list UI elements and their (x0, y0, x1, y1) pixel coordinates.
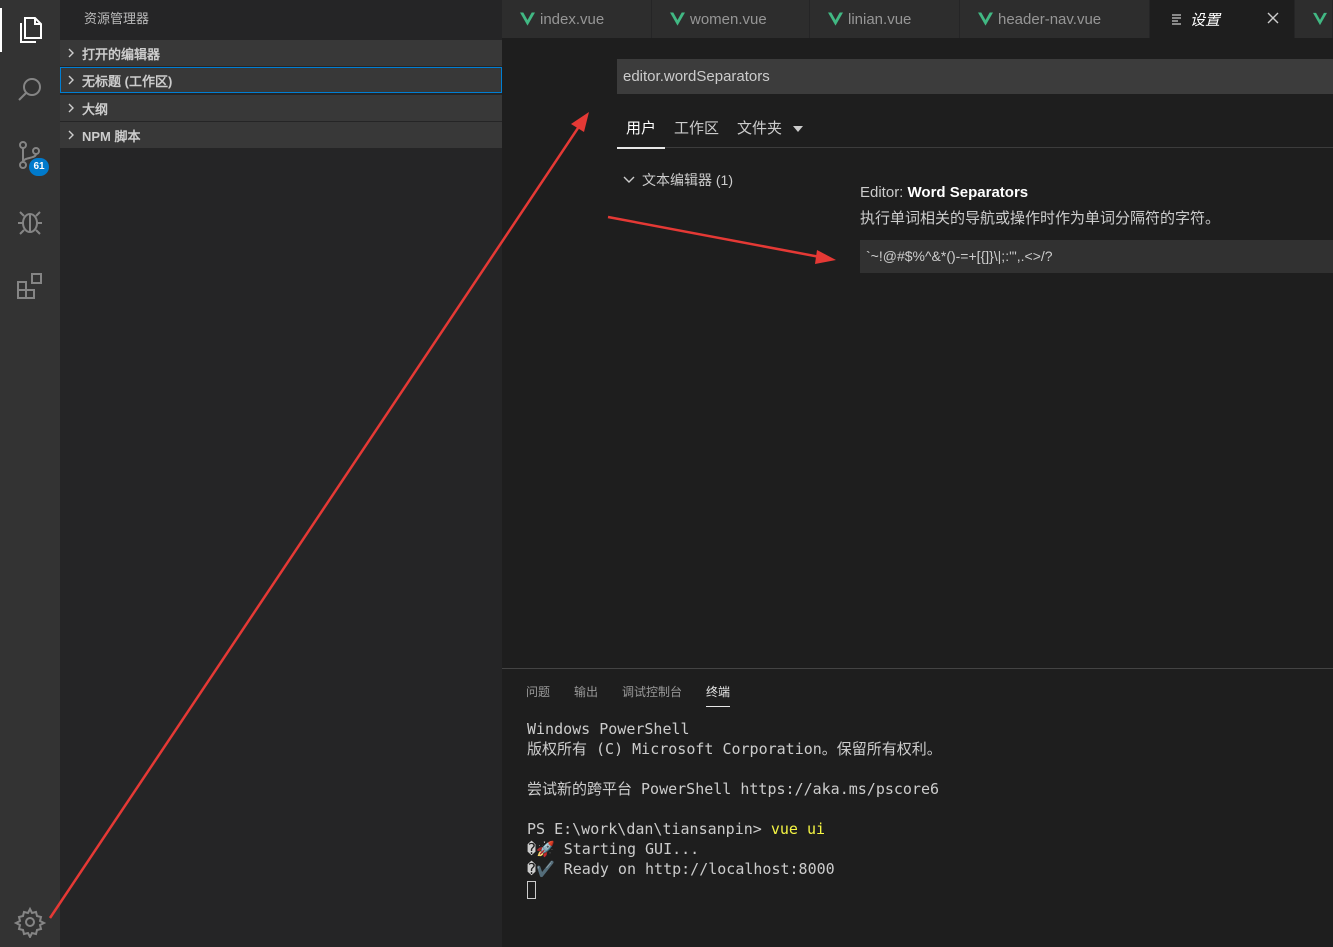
manage-button[interactable] (0, 897, 60, 947)
sidebar-title: 资源管理器 (84, 11, 150, 26)
tab-overflow[interactable] (1295, 0, 1333, 38)
scope-tab-user[interactable]: 用户 (617, 110, 666, 149)
search-button[interactable] (0, 60, 60, 120)
scope-tab-folder-label: 文件夹 (737, 120, 783, 137)
settings-scope-tabs: 用户 工作区 文件夹 (617, 110, 1333, 149)
extensions-icon (17, 273, 42, 299)
settings-search-input[interactable]: editor.wordSeparators (617, 59, 1333, 94)
settings-file-icon (1172, 14, 1181, 25)
close-icon[interactable] (1266, 11, 1280, 25)
explorer-button[interactable] (0, 0, 60, 60)
extensions-button[interactable] (0, 256, 60, 316)
debug-icon (18, 211, 42, 235)
vue-icon (520, 12, 535, 26)
source-control-badge: 61 (29, 158, 49, 176)
setting-key: Word Separators (907, 184, 1029, 201)
vue-icon (670, 12, 685, 26)
terminal-line: �✔️ Ready on http://localhost:8000 (527, 860, 835, 878)
terminal-line: Windows PowerShell (527, 720, 690, 738)
setting-title: Editor: Word Separators (860, 184, 1028, 201)
panel-tab-terminal[interactable]: 终端 (706, 679, 731, 707)
vscode-window: 61 资源管理器 打开的编辑器 无标题 (工作区) 大纲 NPM 脚本 inde… (0, 0, 1333, 947)
tab-label: index.vue (540, 10, 605, 28)
terminal-cursor (527, 880, 536, 899)
terminal-prompt-line: PS E:\work\dan\tiansanpin> vue ui (527, 819, 942, 839)
chevron-down-icon (623, 176, 635, 183)
section-workspace[interactable]: 无标题 (工作区) (60, 67, 502, 93)
toc-item-label: 文本编辑器 (1) (642, 172, 733, 188)
vue-icon (1313, 12, 1327, 26)
gear-icon (14, 906, 46, 938)
vue-icon (828, 12, 843, 26)
section-label: 打开的编辑器 (82, 46, 161, 62)
section-outline[interactable]: 大纲 (60, 95, 502, 121)
activity-bar: 61 (0, 0, 60, 947)
debug-button[interactable] (0, 191, 60, 251)
terminal-line: 尝试新的跨平台 PowerShell https://aka.ms/pscore… (527, 780, 940, 798)
editor-tabs: index.vue women.vue linian.vue header-na… (502, 0, 1333, 38)
terminal-command: vue ui (770, 820, 826, 838)
chevron-right-icon (60, 67, 82, 93)
tab-label: header-nav.vue (998, 10, 1102, 28)
tab-header-nav-vue[interactable]: header-nav.vue (960, 0, 1150, 38)
tab-label: 设置 (1190, 11, 1221, 29)
section-npm-scripts[interactable]: NPM 脚本 (60, 122, 502, 148)
tab-linian-vue[interactable]: linian.vue (810, 0, 960, 38)
scope-tab-workspace[interactable]: 工作区 (665, 110, 728, 148)
section-open-editors[interactable]: 打开的编辑器 (60, 40, 502, 66)
section-label: 大纲 (82, 101, 109, 117)
terminal-prompt: PS E:\work\dan\tiansanpin> (527, 820, 771, 838)
settings-editor: editor.wordSeparators 用户 工作区 文件夹 文本编辑器 (… (502, 38, 1333, 668)
chevron-right-icon (60, 95, 82, 121)
tab-women-vue[interactable]: women.vue (652, 0, 810, 38)
chevron-right-icon (60, 40, 82, 66)
terminal-line: �🚀 Starting GUI... (527, 840, 700, 858)
explorer-icon (20, 17, 42, 43)
tab-label: women.vue (690, 10, 767, 28)
word-separators-input[interactable]: `~!@#$%^&*()-=+[{]}\|;:'",.<>/? (860, 240, 1333, 273)
section-label: NPM 脚本 (82, 128, 141, 144)
vue-icon (978, 12, 993, 26)
panel-tab-output[interactable]: 输出 (574, 679, 598, 705)
panel-tabs: 问题 输出 调试控制台 终端 (526, 679, 754, 707)
section-label: 无标题 (工作区) (82, 73, 173, 89)
dropdown-triangle-icon (793, 126, 804, 132)
toc-text-editor[interactable]: 文本编辑器 (1) (622, 170, 733, 190)
panel-tab-debug-console[interactable]: 调试控制台 (622, 679, 682, 705)
panel-tab-problems[interactable]: 问题 (526, 679, 550, 705)
terminal-line: 版权所有 (C) Microsoft Corporation。保留所有权利。 (527, 740, 942, 758)
search-icon (18, 78, 41, 101)
setting-description: 执行单词相关的导航或操作时作为单词分隔符的字符。 (860, 210, 1221, 227)
tab-label: linian.vue (848, 10, 912, 28)
tab-settings[interactable]: 设置 (1150, 0, 1295, 38)
setting-category: Editor: (860, 184, 904, 201)
chevron-right-icon (60, 122, 82, 148)
terminal-output[interactable]: Windows PowerShell 版权所有 (C) Microsoft Cor… (527, 719, 942, 899)
source-control-button[interactable] (0, 125, 60, 185)
bottom-panel: 问题 输出 调试控制台 终端 Windows PowerShell 版权所有 (C… (502, 668, 1333, 947)
tab-index-vue[interactable]: index.vue (502, 0, 652, 38)
sidebar: 资源管理器 打开的编辑器 无标题 (工作区) 大纲 NPM 脚本 (60, 0, 502, 947)
scope-tab-folder[interactable]: 文件夹 (728, 110, 813, 148)
